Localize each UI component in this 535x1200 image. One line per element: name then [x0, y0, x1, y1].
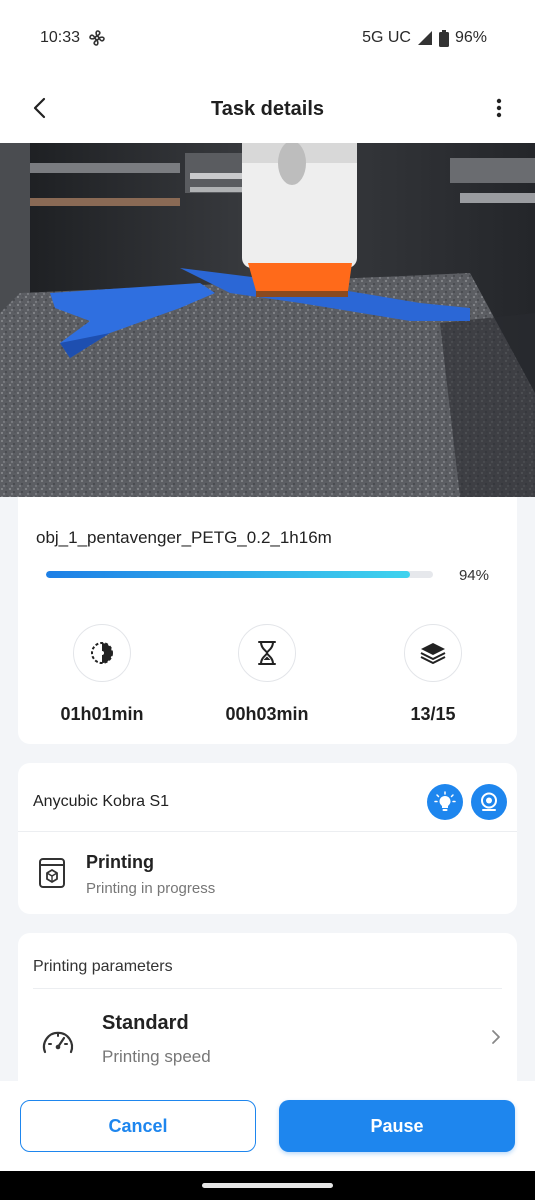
remaining-time-value: 00h03min — [225, 704, 309, 724]
layers-value: 13/15 — [410, 704, 456, 724]
cancel-button[interactable]: Cancel — [20, 1100, 256, 1152]
status-bar: 10:33 5G UC 96% — [0, 0, 535, 76]
printer-icon — [39, 858, 65, 888]
printing-speed-label: Printing speed — [102, 1047, 211, 1066]
printer-card: Anycubic Kobra S1 Printing Printing in p… — [18, 763, 517, 914]
camera-toggle-button[interactable] — [471, 784, 507, 820]
printer-status-icon — [38, 857, 66, 889]
remaining-time-icon-circle — [238, 624, 296, 682]
lightbulb-icon — [434, 791, 456, 811]
chevron-right-icon — [492, 1030, 500, 1044]
layers-stat: 13/15 — [358, 624, 508, 725]
printer-name: Anycubic Kobra S1 — [33, 793, 170, 810]
camera-image — [0, 143, 535, 497]
hourglass-icon — [258, 641, 276, 665]
printer-divider — [18, 831, 517, 832]
printing-speed-value: Standard — [102, 1012, 189, 1034]
signal-icon — [417, 31, 432, 45]
printer-status-title: Printing — [86, 852, 154, 872]
elapsed-time-value: 01h01min — [60, 704, 144, 724]
network-label: 5G UC — [362, 29, 411, 46]
battery-icon — [438, 29, 449, 47]
elapsed-time-icon — [91, 642, 113, 664]
light-toggle-button[interactable] — [427, 784, 463, 820]
file-name: obj_1_pentavenger_PETG_0.2_1h16m — [36, 528, 332, 547]
battery-label: 96% — [454, 29, 487, 46]
speedometer-icon — [40, 1025, 76, 1061]
back-button[interactable] — [26, 94, 54, 122]
progress-bar — [46, 571, 433, 578]
back-arrow-icon — [33, 97, 46, 119]
page-title: Task details — [210, 98, 325, 120]
layers-icon — [420, 643, 446, 664]
more-vertical-icon — [496, 98, 502, 118]
pause-button[interactable]: Pause — [279, 1100, 515, 1152]
more-options-button[interactable] — [485, 94, 513, 122]
home-indicator[interactable] — [202, 1183, 333, 1188]
progress-fill — [46, 571, 410, 578]
progress-percent: 94% — [458, 567, 489, 584]
printing-parameters-title: Printing parameters — [33, 958, 173, 975]
printing-parameters-card: Printing parameters Standard Printing sp… — [18, 933, 517, 1093]
system-nav-bar — [0, 1171, 535, 1200]
remaining-time-stat: 00h03min — [192, 624, 342, 725]
printing-speed-row[interactable]: Standard Printing speed — [18, 989, 517, 1089]
elapsed-time-stat: 01h01min — [27, 624, 177, 725]
status-time: 10:33 — [40, 29, 81, 46]
camera-feed[interactable] — [0, 143, 535, 497]
action-bar: Cancel Pause — [0, 1081, 535, 1171]
layers-icon-circle — [404, 624, 462, 682]
job-progress-card: obj_1_pentavenger_PETG_0.2_1h16m 94% 01h… — [18, 497, 517, 744]
app-bar: Task details — [0, 76, 535, 143]
printer-status-subtitle: Printing in progress — [86, 880, 216, 897]
webcam-icon — [481, 792, 497, 811]
elapsed-time-icon-circle — [73, 624, 131, 682]
fan-icon — [89, 30, 105, 46]
